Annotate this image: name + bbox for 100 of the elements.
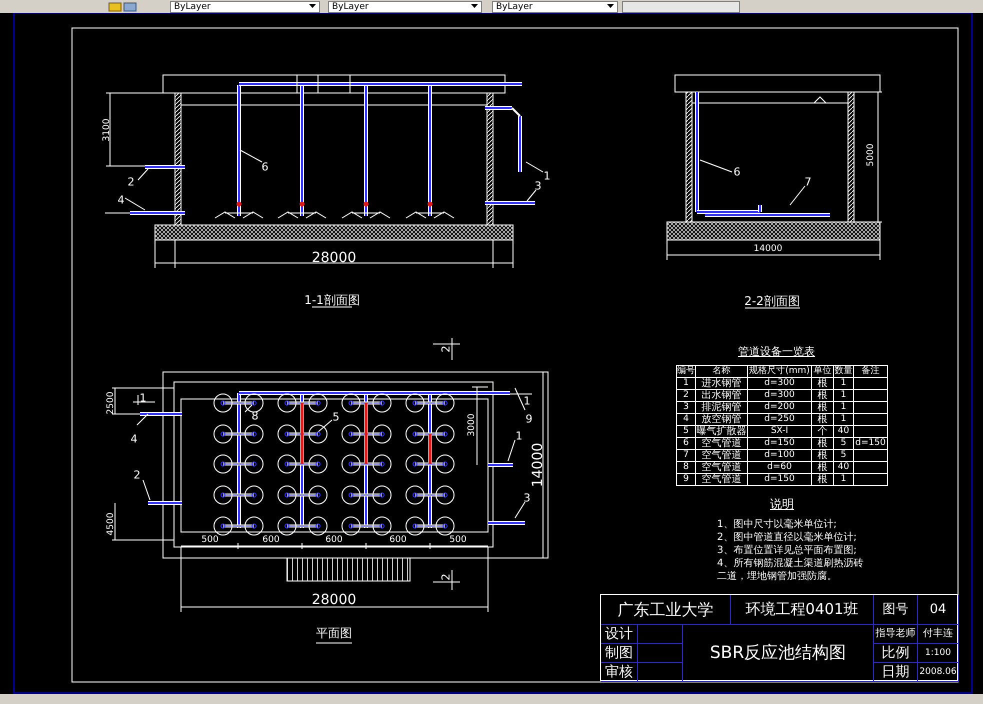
dimension-label: 5000 bbox=[866, 144, 876, 166]
table-cell: d=100 bbox=[748, 450, 812, 462]
dimension-label: 3000 bbox=[467, 414, 477, 436]
advisor-name: 付丰连 bbox=[918, 625, 959, 644]
class-name: 环境工程0401班 bbox=[731, 595, 874, 625]
table-cell: 3 bbox=[676, 402, 696, 414]
dimension-label: 14000 bbox=[530, 442, 546, 488]
layer-dropdown[interactable]: ByLayer bbox=[170, 0, 320, 12]
table-cell: 根 bbox=[812, 414, 834, 426]
callout-number: 4 bbox=[130, 432, 138, 446]
table-cell: 40 bbox=[834, 462, 854, 474]
table-cell: 5 bbox=[676, 426, 696, 438]
table-cell: 根 bbox=[812, 390, 834, 402]
callout-number: 2 bbox=[440, 346, 452, 352]
callout-number: 3 bbox=[524, 492, 530, 504]
drawing-number-label: 图号 bbox=[874, 595, 918, 625]
table-cell: 根 bbox=[812, 474, 834, 486]
role-label: 制图 bbox=[601, 644, 638, 663]
column-header: 编号 bbox=[676, 366, 696, 378]
table-cell: 根 bbox=[812, 378, 834, 390]
view-title: 2-2剖面图 bbox=[744, 294, 800, 308]
dimension-label: 500 bbox=[449, 535, 467, 545]
table-cell: SX-I bbox=[748, 426, 812, 438]
callout-number: 1 bbox=[516, 430, 522, 442]
dimension-label: 600 bbox=[262, 535, 280, 545]
callout-number: 2 bbox=[440, 574, 452, 580]
table-cell: d=150 bbox=[748, 474, 812, 486]
table-cell: 空气管道 bbox=[696, 450, 748, 462]
callout-number: 6 bbox=[262, 160, 268, 174]
callout-number: 2 bbox=[134, 468, 140, 482]
dimension-label: 600 bbox=[325, 535, 343, 545]
table-cell: 2 bbox=[676, 390, 696, 402]
table-cell: d=300 bbox=[748, 378, 812, 390]
view-title: 平面图 bbox=[316, 626, 352, 640]
table-cell: 放空钢管 bbox=[696, 414, 748, 426]
column-header: 名称 bbox=[696, 366, 748, 378]
table-cell: 1 bbox=[834, 414, 854, 426]
table-cell: 个 bbox=[812, 426, 834, 438]
table-cell: 5 bbox=[834, 438, 854, 450]
callout-number: 9 bbox=[526, 412, 532, 426]
view-title: 1-1剖面图 bbox=[304, 293, 360, 307]
table-cell: 6 bbox=[676, 438, 696, 450]
table-cell: 根 bbox=[812, 450, 834, 462]
advisor-label: 指导老师 bbox=[874, 625, 918, 644]
blank-cell bbox=[638, 625, 683, 644]
table-cell: 根 bbox=[812, 402, 834, 414]
dimension-label: 3100 bbox=[102, 118, 112, 142]
callout-number: 4 bbox=[118, 194, 124, 206]
table-cell: 根 bbox=[812, 438, 834, 450]
table-cell: 空气管道 bbox=[696, 438, 748, 450]
table-cell: 4 bbox=[676, 414, 696, 426]
dimension-label: 28000 bbox=[312, 250, 356, 266]
table-cell: 1 bbox=[834, 378, 854, 390]
school-name: 广东工业大学 bbox=[601, 595, 731, 625]
drawing-title: SBR反应池结构图 bbox=[683, 625, 874, 682]
table-cell: 出水钢管 bbox=[696, 390, 748, 402]
role-label: 审核 bbox=[601, 663, 638, 682]
caret-icon bbox=[471, 4, 478, 9]
table-cell: 进水钢管 bbox=[696, 378, 748, 390]
drawing-number: 04 bbox=[918, 595, 959, 625]
callout-number: 5 bbox=[332, 410, 340, 424]
callout-number: 7 bbox=[804, 176, 812, 188]
layer-dropdown[interactable]: ByLayer bbox=[328, 0, 482, 12]
table-cell: 8 bbox=[676, 462, 696, 474]
layer-icon[interactable] bbox=[108, 1, 138, 12]
table-cell: 根 bbox=[812, 462, 834, 474]
date-label: 日期 bbox=[874, 663, 918, 682]
layer-dropdown[interactable]: ByLayer bbox=[492, 0, 618, 12]
blank-cell bbox=[638, 644, 683, 663]
table-cell: 40 bbox=[834, 426, 854, 438]
dimension-label: 14000 bbox=[754, 244, 782, 254]
column-header: 数量 bbox=[834, 366, 854, 378]
dimension-label: 500 bbox=[201, 535, 219, 545]
table-cell: d=300 bbox=[748, 390, 812, 402]
notes-title: 说明 bbox=[770, 497, 794, 511]
table-cell: 空气管道 bbox=[696, 474, 748, 486]
caret-icon bbox=[309, 4, 316, 9]
table-cell: 空气管道 bbox=[696, 462, 748, 474]
table-cell: 5 bbox=[834, 450, 854, 462]
table-cell: d=60 bbox=[748, 462, 812, 474]
column-header: 规格尺寸(mm) bbox=[748, 366, 812, 378]
column-header: 备注 bbox=[854, 366, 888, 378]
callout-number: 6 bbox=[734, 166, 740, 178]
scale-value: 1:100 bbox=[918, 644, 959, 663]
dimension-label: 4500 bbox=[106, 512, 116, 536]
blank-cell bbox=[638, 663, 683, 682]
table-cell: 1 bbox=[834, 390, 854, 402]
color-dropdown[interactable] bbox=[622, 0, 740, 12]
caret-icon bbox=[607, 4, 614, 9]
table-cell: d=250 bbox=[748, 414, 812, 426]
callout-number: 1 bbox=[544, 170, 550, 182]
table-cell: 曝气扩散器 bbox=[696, 426, 748, 438]
table-title: 管道设备一览表 bbox=[738, 345, 815, 358]
table-cell: 9 bbox=[676, 474, 696, 486]
role-label: 设计 bbox=[601, 625, 638, 644]
note-text: 3、布置位置详见总平面布置图; bbox=[717, 544, 858, 557]
date-value: 2008.06 bbox=[918, 663, 959, 682]
column-header: 单位 bbox=[812, 366, 834, 378]
callout-number: 1 bbox=[524, 394, 530, 408]
table-cell: d=150 bbox=[854, 438, 888, 450]
